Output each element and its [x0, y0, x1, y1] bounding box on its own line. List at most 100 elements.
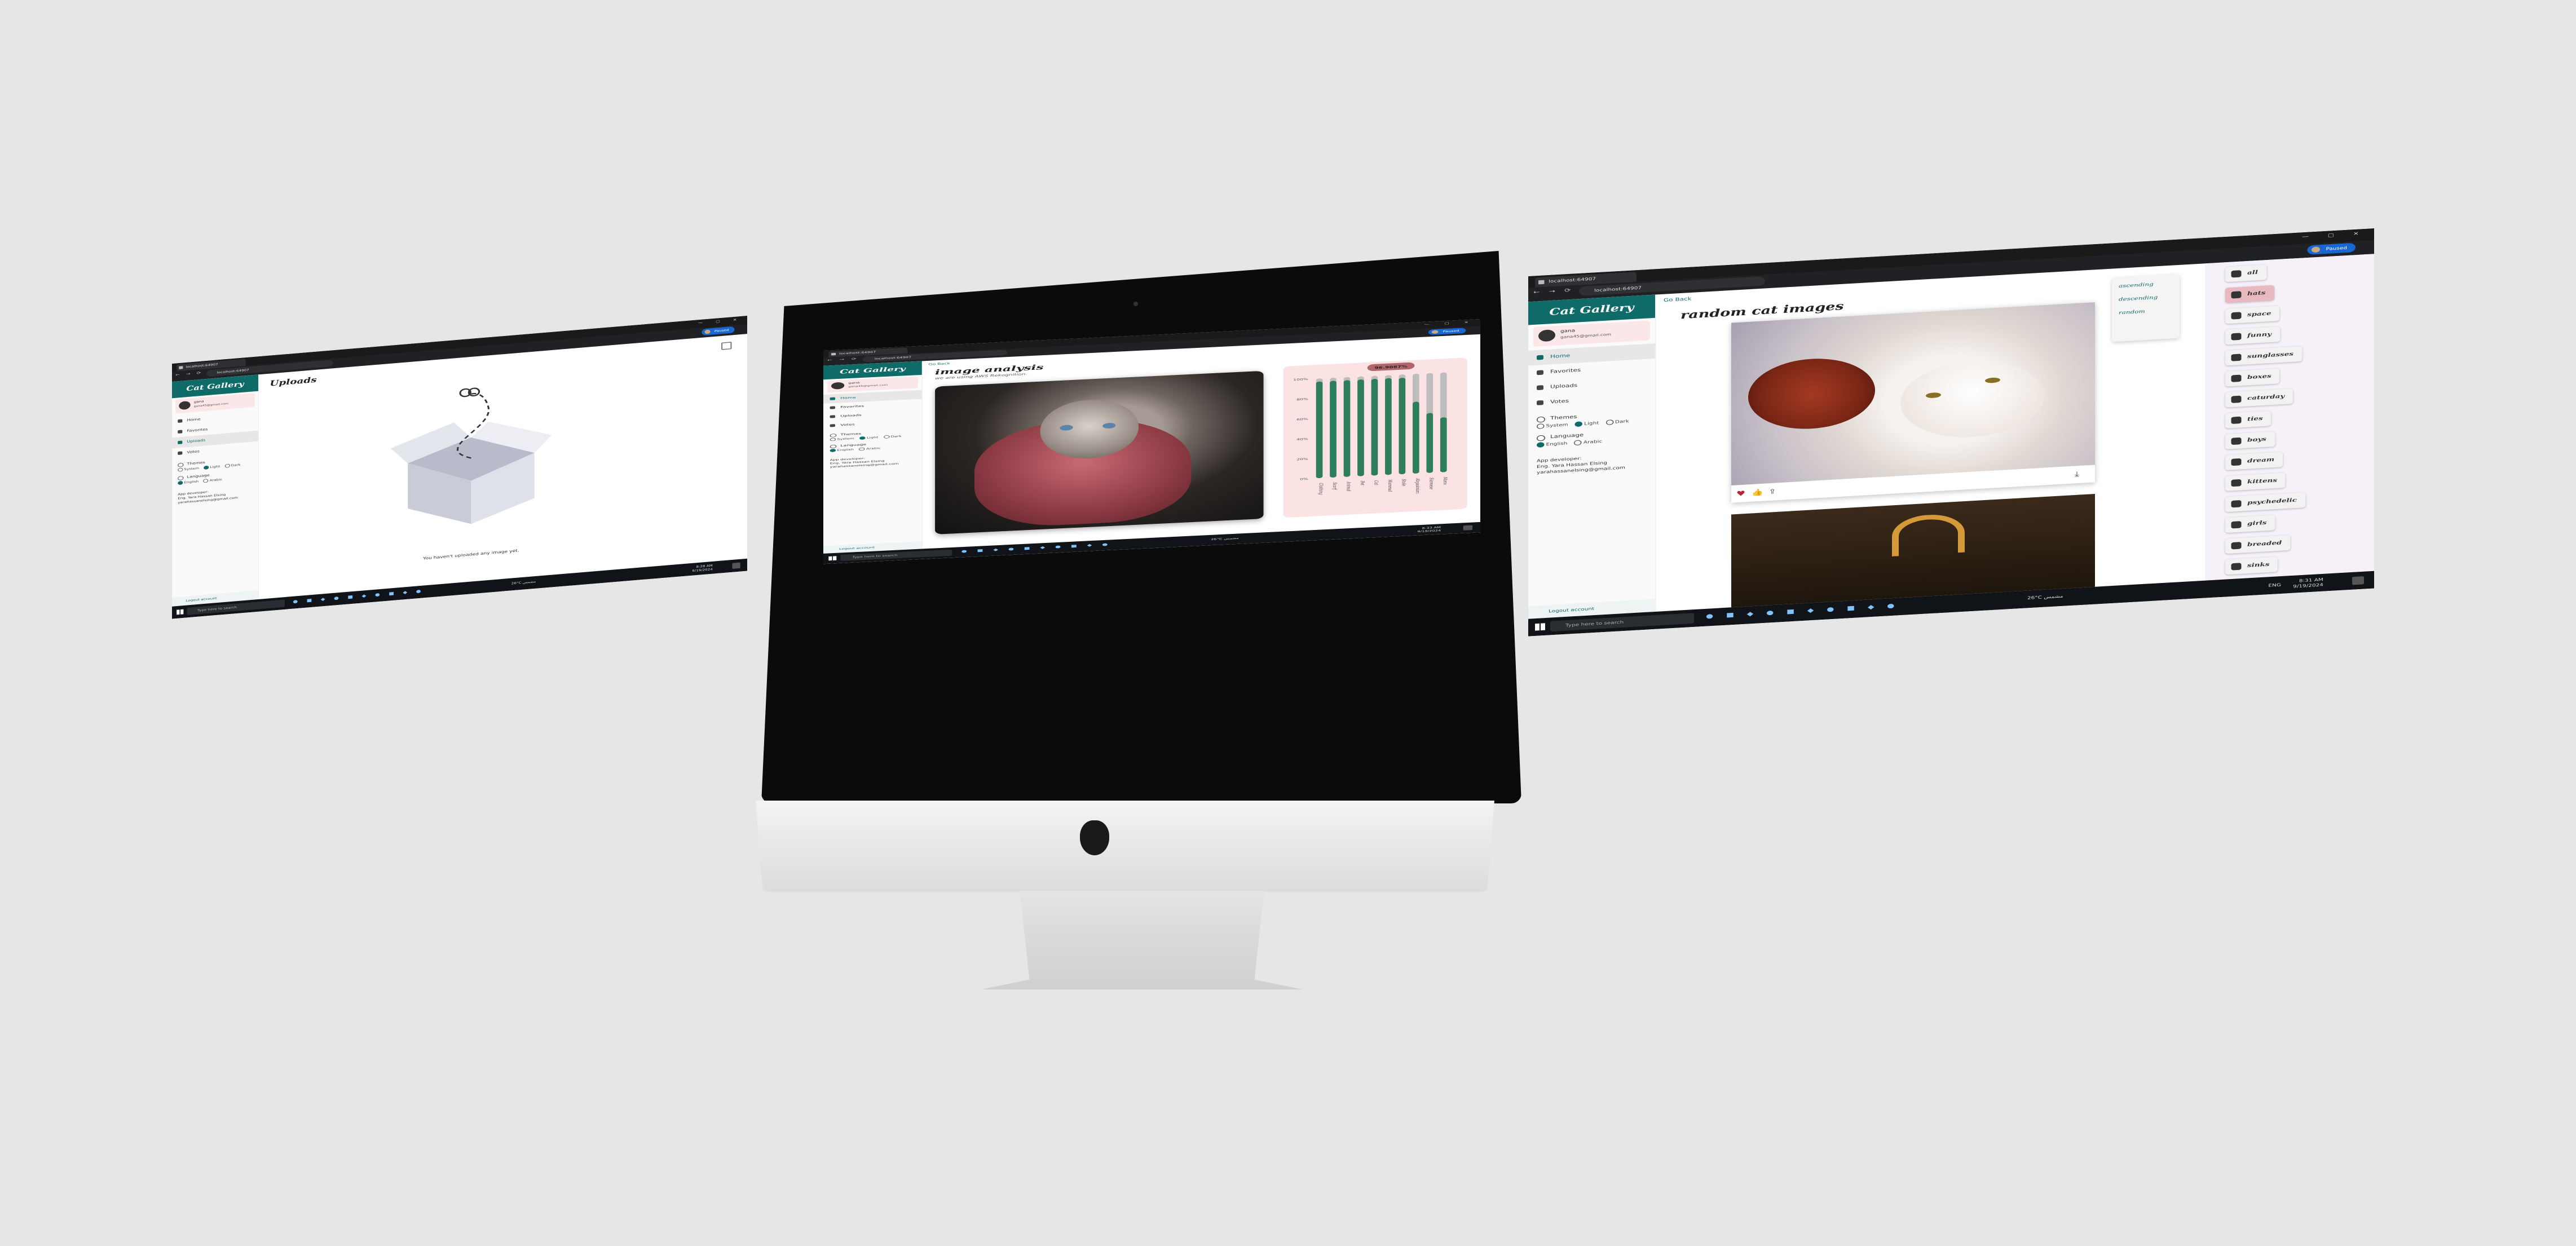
y-tick-label: 60% [1296, 417, 1308, 421]
category-item[interactable]: all [2225, 264, 2267, 282]
notification-icon[interactable] [732, 562, 740, 569]
empty-box-illustration [390, 387, 552, 524]
nav-label: Favorites [187, 427, 208, 433]
vote-icon[interactable]: 👍 [1752, 488, 1763, 497]
page-icon [179, 366, 183, 369]
taskbar-app-icons[interactable]: ● ■ ◆ ● ■ ◆ ● ■ ◆ ● [293, 589, 425, 604]
go-back-link[interactable]: Go Back [928, 362, 950, 366]
clock[interactable]: 8:33 AM 9/19/2024 [1417, 526, 1441, 533]
bar[interactable] [1316, 381, 1323, 479]
category-item[interactable]: funny [2225, 326, 2281, 345]
category-item[interactable]: sinks [2225, 556, 2278, 575]
globe-icon [1537, 435, 1545, 441]
category-item[interactable]: breaded [2225, 535, 2291, 554]
window-controls[interactable]: — ▢ ✕ [2302, 231, 2367, 240]
profile-paused-button[interactable]: Paused [702, 326, 735, 336]
section-label: Themes [840, 432, 862, 436]
theme-system-radio[interactable]: System [1537, 422, 1568, 429]
category-item[interactable]: ties [2225, 410, 2271, 428]
theme-light-radio[interactable]: Light [1575, 421, 1599, 427]
lang-arabic-radio[interactable]: Arabic [203, 478, 223, 483]
category-item[interactable]: boxes [2225, 368, 2280, 387]
user-card[interactable]: gana gana45@gmail.com [827, 376, 918, 393]
bar[interactable] [1413, 401, 1419, 474]
theme-light-radio[interactable]: Light [204, 465, 220, 470]
avatar [831, 382, 845, 390]
upload-icon [1537, 385, 1543, 391]
page-icon [831, 352, 836, 356]
theme-system-radio[interactable]: System [830, 437, 854, 441]
bar[interactable] [1371, 378, 1378, 476]
category-item[interactable]: girls [2225, 515, 2275, 533]
clock-date: 9/19/2024 [1417, 529, 1441, 533]
notification-icon[interactable] [2352, 576, 2364, 585]
category-item[interactable]: psychedelic [2225, 492, 2306, 512]
section-label: Themes [187, 460, 205, 466]
windows-start-icon[interactable] [177, 609, 184, 615]
imac-chin [756, 801, 1494, 892]
weather-widget[interactable]: 26°C مشمس [511, 580, 536, 585]
upload-page-icon[interactable] [721, 342, 732, 350]
lang-english-radio[interactable]: English [178, 480, 199, 485]
nav-arrows-icon[interactable]: ← → ⟳ [827, 357, 859, 363]
nav-arrows-icon[interactable]: ← → ⟳ [1533, 288, 1574, 295]
theme-light-radio[interactable]: Light [859, 436, 878, 440]
window-controls[interactable]: — ▢ ✕ [698, 317, 743, 325]
clock[interactable]: 8:28 AM 9/19/2024 [692, 564, 713, 573]
language-indicator[interactable]: ENG [2268, 582, 2281, 588]
bar[interactable] [1385, 378, 1392, 475]
weather-widget[interactable]: 26°C مشمس [2027, 594, 2063, 600]
theme-dark-radio[interactable]: Dark [1605, 419, 1629, 426]
clock[interactable]: 8:31 AM 9/19/2024 [2293, 577, 2323, 590]
bar[interactable] [1440, 417, 1447, 472]
category-item[interactable]: caturday [2225, 388, 2293, 408]
window-controls[interactable]: — ▢ ✕ [1424, 320, 1475, 326]
lang-arabic-radio[interactable]: Arabic [1574, 439, 1602, 445]
category-item[interactable]: sunglasses [2225, 346, 2302, 366]
section-label: Themes [1550, 414, 1577, 421]
profile-paused-button[interactable]: Paused [2307, 242, 2356, 255]
category-item[interactable]: dream [2225, 452, 2283, 471]
windows-start-icon[interactable] [1535, 623, 1545, 631]
center-screen: localhost:64907 — ▢ ✕ ← → ⟳ localhost:64… [823, 319, 1480, 564]
download-icon[interactable]: ⤓ [2075, 470, 2079, 479]
home-icon [1537, 355, 1543, 360]
vote-icon [830, 424, 835, 427]
category-item[interactable]: kittens [2225, 472, 2286, 492]
bar[interactable] [1357, 379, 1364, 476]
category-item[interactable]: boys [2225, 431, 2275, 449]
go-back-link[interactable]: Go Back [1664, 296, 1692, 303]
nav-arrows-icon[interactable]: ← → ⟳ [175, 371, 203, 377]
bar[interactable] [1399, 378, 1406, 475]
bar[interactable] [1343, 380, 1351, 477]
bar[interactable] [1426, 413, 1433, 473]
globe-icon [830, 444, 837, 449]
category-item[interactable]: hats [2225, 285, 2274, 303]
developer-info: App developer: Eng. Yara Hassan Elsing y… [823, 454, 922, 469]
profile-paused-button[interactable]: Paused [1428, 328, 1466, 335]
weather-widget[interactable]: 26°C مشمس [1211, 537, 1239, 541]
category-label: ties [2247, 416, 2263, 423]
lang-english-radio[interactable]: English [1537, 441, 1568, 448]
share-icon[interactable]: ⇪ [1768, 488, 1776, 496]
bar[interactable] [1330, 381, 1336, 478]
user-name: gana [193, 399, 204, 404]
theme-system-radio[interactable]: System [178, 466, 199, 472]
label-confidence-chart: 0% 20% 40% 60% 80% 100% Clothing Scarf Animal Pet… [1293, 362, 1449, 495]
red-toy-shape [1748, 355, 1875, 432]
windows-start-icon[interactable] [828, 556, 837, 561]
category-label: girls [2247, 520, 2267, 527]
heart-icon[interactable]: ♥ [1736, 489, 1745, 498]
lang-english-radio[interactable]: English [830, 448, 853, 452]
theme-dark-radio[interactable]: Dark [884, 435, 902, 439]
category-item[interactable]: space [2225, 306, 2280, 324]
user-card[interactable]: gana gana45@gmail.com [1533, 320, 1650, 347]
analysis-chart-card: 0% 20% 40% 60% 80% 100% Clothing Scarf Animal Pet… [1283, 357, 1467, 518]
notification-icon[interactable] [1463, 525, 1473, 531]
nav-label: Votes [1550, 398, 1569, 405]
sort-panel: ascending descending random [2112, 274, 2180, 342]
category-list: all hats space funny sunglasses boxes caturday… [2205, 254, 2374, 581]
lang-arabic-radio[interactable]: Arabic [859, 447, 881, 450]
left-screen: localhost:64907 — ▢ ✕ ← → ⟳ localhost:64… [172, 316, 747, 619]
theme-dark-radio[interactable]: Dark [224, 463, 241, 468]
